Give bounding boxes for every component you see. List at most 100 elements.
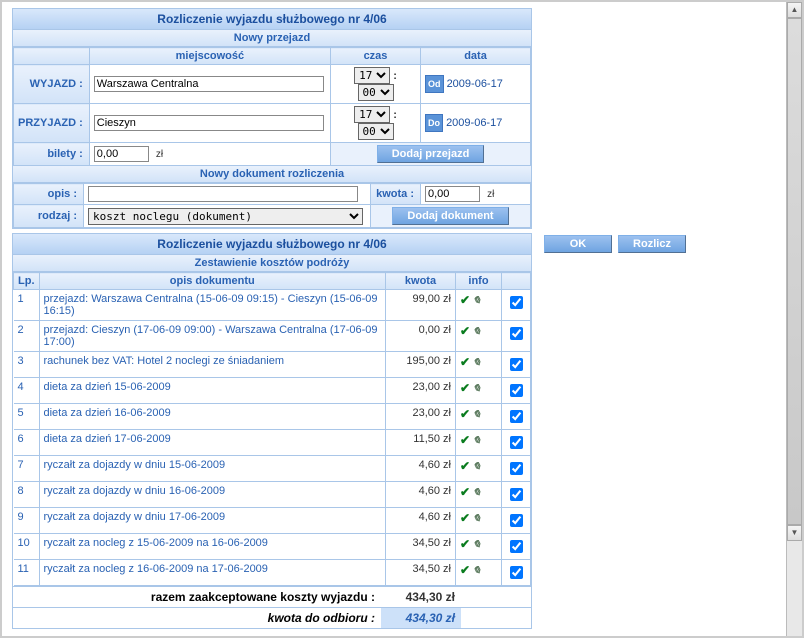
row-opis: ryczałt za dojazdy w dniu 17-06-2009 (39, 508, 386, 534)
row-opis: rachunek bez VAT: Hotel 2 noclegi ze śni… (39, 352, 386, 378)
kwota-label: kwota : (371, 184, 421, 205)
przyjazd-label: PRZYJAZD : (14, 104, 90, 143)
row-info: ✔✎ (456, 430, 502, 456)
row-kwota: 34,50 zł (386, 560, 456, 586)
ok-button[interactable]: OK (544, 235, 612, 253)
do-badge[interactable]: Do (425, 114, 443, 132)
row-lp: 6 (14, 430, 40, 456)
check-icon[interactable]: ✔ (460, 511, 470, 525)
check-icon[interactable]: ✔ (460, 355, 470, 369)
opis-input[interactable] (88, 186, 358, 202)
row-kwota: 4,60 zł (386, 482, 456, 508)
scroll-up-icon[interactable]: ▲ (787, 2, 802, 18)
row-info: ✔✎ (456, 352, 502, 378)
col-miejscowosc: miejscowość (89, 48, 330, 65)
row-opis: przejazd: Cieszyn (17-06-09 09:00) - War… (39, 321, 386, 352)
wyjazd-min-select[interactable]: 00 (358, 84, 394, 101)
check-icon[interactable]: ✔ (460, 563, 470, 577)
check-icon[interactable]: ✔ (460, 407, 470, 421)
row-kwota: 99,00 zł (386, 290, 456, 321)
check-icon[interactable]: ✔ (460, 324, 470, 338)
row-checkbox[interactable] (510, 410, 523, 423)
row-checkbox[interactable] (510, 540, 523, 553)
table-row: 11ryczałt za nocleg z 16-06-2009 na 17-0… (14, 560, 531, 586)
rozlicz-button[interactable]: Rozlicz (618, 235, 686, 253)
edit-icon[interactable]: ✎ (470, 325, 483, 338)
przyjazd-hour-select[interactable]: 17 (354, 106, 390, 123)
kwota-input[interactable] (425, 186, 480, 202)
check-icon[interactable]: ✔ (460, 459, 470, 473)
edit-icon[interactable]: ✎ (470, 486, 483, 499)
edit-icon[interactable]: ✎ (470, 356, 483, 369)
check-icon[interactable]: ✔ (460, 537, 470, 551)
check-icon[interactable]: ✔ (460, 433, 470, 447)
table-row: 2przejazd: Cieszyn (17-06-09 09:00) - Wa… (14, 321, 531, 352)
check-icon[interactable]: ✔ (460, 381, 470, 395)
row-checkbox[interactable] (510, 488, 523, 501)
row-checkbox-cell (502, 321, 531, 352)
row-info: ✔✎ (456, 560, 502, 586)
edit-icon[interactable]: ✎ (470, 460, 483, 473)
col-czas: czas (331, 48, 421, 65)
table-row: 1przejazd: Warszawa Centralna (15-06-09 … (14, 290, 531, 321)
check-icon[interactable]: ✔ (460, 485, 470, 499)
opis-label: opis : (14, 184, 84, 205)
bilety-input[interactable] (94, 146, 149, 162)
row-checkbox-cell (502, 508, 531, 534)
row-checkbox[interactable] (510, 358, 523, 371)
row-opis: ryczałt za dojazdy w dniu 16-06-2009 (39, 482, 386, 508)
row-checkbox[interactable] (510, 384, 523, 397)
row-checkbox-cell (502, 290, 531, 321)
row-opis: ryczałt za nocleg z 15-06-2009 na 16-06-… (39, 534, 386, 560)
table-row: 10ryczałt za nocleg z 15-06-2009 na 16-0… (14, 534, 531, 560)
przyjazd-min-select[interactable]: 00 (358, 123, 394, 140)
row-info: ✔✎ (456, 482, 502, 508)
row-lp: 1 (14, 290, 40, 321)
wyjazd-date: 2009-06-17 (447, 78, 503, 90)
row-opis: ryczałt za dojazdy w dniu 15-06-2009 (39, 456, 386, 482)
row-info: ✔✎ (456, 321, 502, 352)
scrollbar-vertical[interactable]: ▲ ▼ (786, 2, 802, 636)
check-icon[interactable]: ✔ (460, 293, 470, 307)
edit-icon[interactable]: ✎ (470, 382, 483, 395)
edit-icon[interactable]: ✎ (470, 564, 483, 577)
bilety-label: bilety : (14, 143, 90, 166)
row-checkbox[interactable] (510, 514, 523, 527)
row-checkbox-cell (502, 534, 531, 560)
row-checkbox[interactable] (510, 436, 523, 449)
wyjazd-city-input[interactable] (94, 76, 324, 92)
row-info: ✔✎ (456, 534, 502, 560)
total-label: razem zaakceptowane koszty wyjazdu : (13, 587, 381, 608)
row-checkbox[interactable] (510, 566, 523, 579)
row-info: ✔✎ (456, 404, 502, 430)
row-info: ✔✎ (456, 378, 502, 404)
list-title: Rozliczenie wyjazdu służbowego nr 4/06 (13, 234, 531, 255)
row-opis: ryczałt za nocleg z 16-06-2009 na 17-06-… (39, 560, 386, 586)
row-opis: dieta za dzień 16-06-2009 (39, 404, 386, 430)
row-lp: 2 (14, 321, 40, 352)
od-badge[interactable]: Od (425, 75, 444, 93)
wyjazd-hour-select[interactable]: 17 (354, 67, 390, 84)
col-check (502, 273, 531, 290)
edit-icon[interactable]: ✎ (470, 538, 483, 551)
row-checkbox[interactable] (510, 462, 523, 475)
add-trip-button[interactable]: Dodaj przejazd (377, 145, 485, 163)
edit-icon[interactable]: ✎ (470, 294, 483, 307)
scroll-down-icon[interactable]: ▼ (787, 525, 802, 541)
edit-icon[interactable]: ✎ (470, 408, 483, 421)
row-kwota: 0,00 zł (386, 321, 456, 352)
row-lp: 10 (14, 534, 40, 560)
row-checkbox[interactable] (510, 327, 523, 340)
przyjazd-city-input[interactable] (94, 115, 324, 131)
add-doc-button[interactable]: Dodaj dokument (392, 207, 508, 225)
table-row: 5dieta za dzień 16-06-200923,00 zł✔✎ (14, 404, 531, 430)
scroll-thumb[interactable] (787, 18, 802, 525)
table-row: 8ryczałt za dojazdy w dniu 16-06-20094,6… (14, 482, 531, 508)
row-kwota: 195,00 zł (386, 352, 456, 378)
col-info: info (456, 273, 502, 290)
row-opis: dieta za dzień 15-06-2009 (39, 378, 386, 404)
edit-icon[interactable]: ✎ (470, 434, 483, 447)
edit-icon[interactable]: ✎ (470, 512, 483, 525)
row-checkbox[interactable] (510, 296, 523, 309)
rodzaj-select[interactable]: koszt noclegu (dokument) (88, 208, 363, 225)
